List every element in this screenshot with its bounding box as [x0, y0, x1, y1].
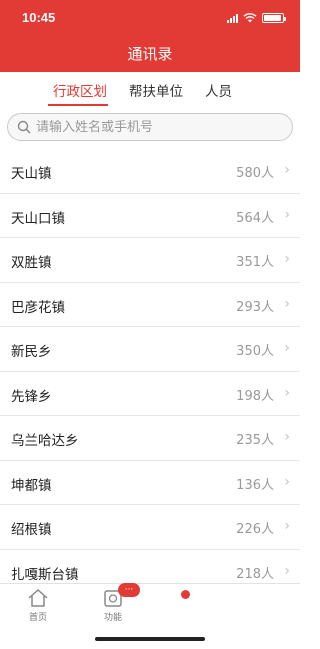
item-count: 235人 [236, 433, 274, 448]
tabbar-home-label: 首页 [28, 613, 47, 623]
home-icon [28, 588, 48, 607]
chevron-right-icon: › [284, 340, 290, 356]
search-input[interactable] [36, 119, 276, 135]
list-item[interactable]: 新民乡 350人 › [0, 327, 300, 372]
search-bar[interactable] [7, 113, 293, 141]
list-item[interactable]: 乌兰哈达乡 235人 › [0, 416, 300, 461]
item-name: 双胜镇 [11, 255, 52, 271]
item-count: 136人 [236, 477, 274, 493]
active-tab-indicator [48, 104, 108, 106]
list-item[interactable]: 天山镇 580人 › [0, 149, 300, 194]
item-name: 扎嘎斯台镇 [11, 566, 79, 583]
division-list: 天山镇 580人 › 天山口镇 564人 › 双胜镇 351人 › 巴彦花镇 293人 › 新民… [0, 149, 300, 594]
item-name: 坤都镇 [11, 477, 52, 494]
tab-aid-unit[interactable]: 帮扶单位 [129, 80, 183, 100]
item-name: 天山镇 [11, 166, 52, 182]
item-name: 先锋乡 [11, 388, 52, 405]
item-count: 564人 [236, 210, 274, 226]
bottom-tab-bar: 首页 功能 ··· [0, 583, 300, 649]
tabbar-function-label: 功能 [103, 613, 122, 623]
tab-bar: 行政区划 帮扶单位 人员 [0, 72, 300, 108]
wifi-icon [243, 13, 257, 23]
list-item[interactable]: 先锋乡 198人 › [0, 372, 300, 416]
list-item[interactable]: 巴彦花镇 293人 › [0, 283, 300, 327]
list-item[interactable]: 绍根镇 226人 › [0, 505, 300, 550]
item-count: 351人 [236, 255, 274, 270]
chevron-right-icon: › [284, 562, 290, 579]
chevron-right-icon: › [284, 429, 290, 445]
tab-admin-division[interactable]: 行政区划 [53, 80, 107, 100]
item-count: 580人 [236, 166, 274, 181]
red-dot-indicator [181, 590, 190, 599]
item-name: 天山口镇 [11, 210, 65, 227]
chevron-right-icon: › [284, 251, 290, 267]
item-name: 乌兰哈达乡 [11, 433, 79, 449]
search-icon [17, 120, 31, 134]
chevron-right-icon: › [284, 206, 290, 223]
status-bar: 10:45 [0, 0, 300, 34]
list-item[interactable]: 天山口镇 564人 › [0, 194, 300, 238]
signal-icon [227, 13, 238, 23]
chevron-right-icon: › [284, 295, 290, 312]
item-name: 绍根镇 [11, 522, 52, 538]
item-name: 巴彦花镇 [11, 299, 65, 316]
status-icons [227, 12, 286, 24]
page-title: 通讯录 [127, 45, 173, 63]
tab-people[interactable]: 人员 [205, 80, 232, 100]
chevron-right-icon: › [284, 384, 290, 401]
chevron-right-icon: › [284, 162, 290, 178]
item-count: 350人 [236, 344, 274, 359]
home-indicator [95, 637, 205, 641]
tabbar-home[interactable]: 首页 [8, 588, 68, 623]
notification-badge: ··· [118, 583, 140, 597]
battery-icon [262, 13, 286, 23]
item-count: 218人 [236, 566, 274, 582]
chevron-right-icon: › [284, 518, 290, 534]
item-count: 226人 [236, 522, 274, 537]
item-count: 198人 [236, 388, 274, 404]
app-header: 10:45 通讯录 [0, 0, 300, 72]
list-item[interactable]: 双胜镇 351人 › [0, 238, 300, 283]
list-item[interactable]: 坤都镇 136人 › [0, 461, 300, 505]
chevron-right-icon: › [284, 473, 290, 490]
status-time: 10:45 [22, 10, 56, 25]
item-name: 新民乡 [11, 344, 52, 360]
item-count: 293人 [236, 299, 274, 315]
